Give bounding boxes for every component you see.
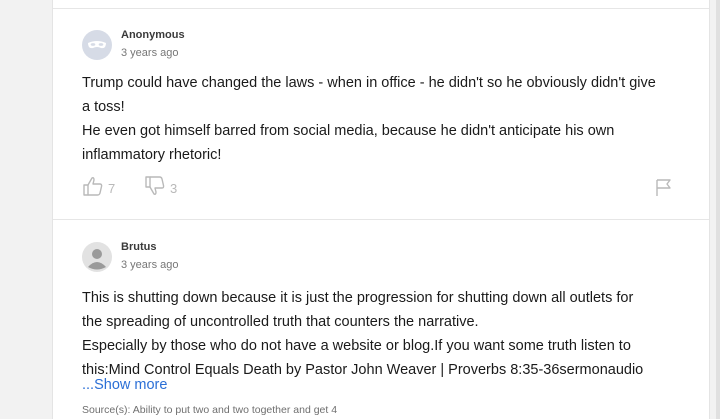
thumbs-up-icon [82, 175, 104, 202]
comment-divider [53, 219, 709, 220]
comment-actions: 7 3 [82, 175, 682, 197]
source-note: Source(s): Ability to put two and two to… [82, 404, 338, 416]
upvote-count: 7 [108, 181, 116, 196]
thumbs-down-icon [144, 175, 166, 202]
comment-line: This is shutting down because it is just… [82, 290, 634, 306]
comment-line: this:Mind Control Equals Death by Pastor… [82, 362, 644, 378]
comment-line: a toss! [82, 99, 125, 115]
comment-body: This is shutting down because it is just… [82, 286, 682, 382]
comment-line: inflammatory rhetoric! [82, 147, 222, 163]
downvote-button[interactable]: 3 [144, 175, 177, 202]
timestamp: 3 years ago [121, 47, 179, 59]
top-divider [53, 8, 709, 9]
scrollbar-track[interactable] [716, 0, 720, 419]
masked-face-icon[interactable] [82, 30, 112, 60]
timestamp: 3 years ago [121, 259, 179, 271]
comment-line: the spreading of uncontrolled truth that… [82, 314, 479, 330]
downvote-count: 3 [170, 181, 178, 196]
show-more-link[interactable]: ...Show more [82, 377, 167, 393]
comment-line: He even got himself barred from social m… [82, 123, 615, 139]
comments-panel: Anonymous 3 years ago Trump could have c… [52, 0, 710, 419]
comment-line: Especially by those who do not have a we… [82, 338, 631, 354]
comment-line: Trump could have changed the laws - when… [82, 75, 656, 91]
upvote-button[interactable]: 7 [82, 175, 115, 202]
default-user-icon[interactable] [82, 242, 112, 272]
flag-icon[interactable] [654, 177, 674, 202]
author-name[interactable]: Brutus [121, 241, 156, 253]
comment-body: Trump could have changed the laws - when… [82, 71, 682, 167]
author-name[interactable]: Anonymous [121, 29, 185, 41]
